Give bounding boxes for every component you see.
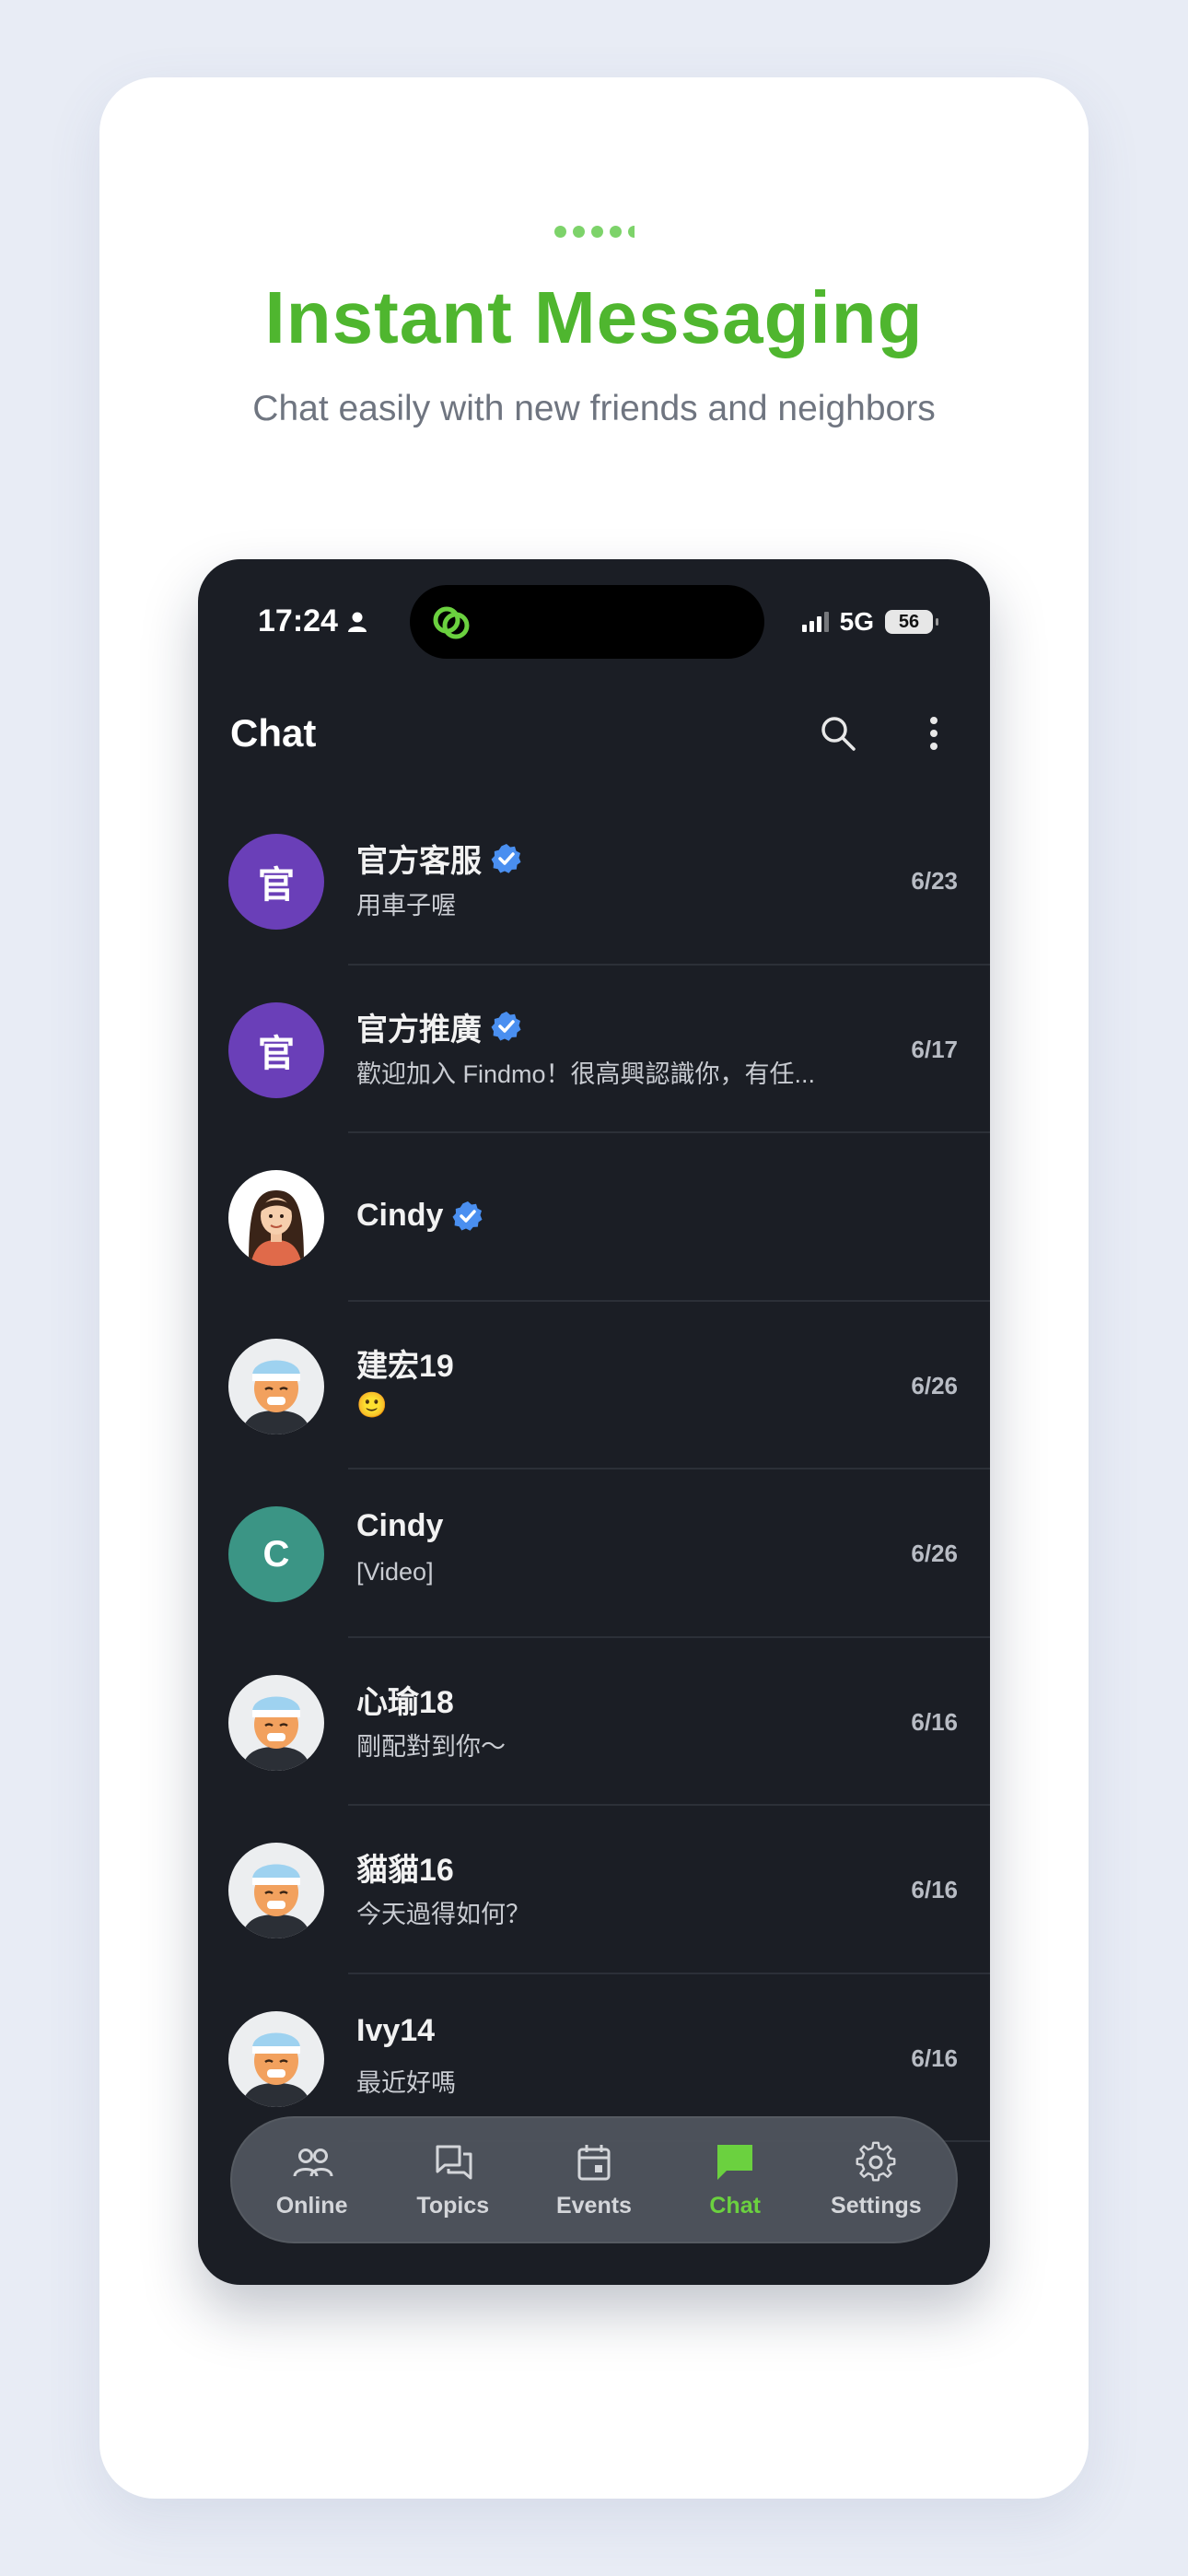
status-indicators: 5G 56 [801,607,938,637]
tab-icon-wrap [291,2141,333,2184]
tab-icon-wrap [855,2141,897,2184]
people-icon [293,2148,333,2176]
chat-name: 官方客服 [356,836,522,881]
tab-events[interactable]: Events [525,2141,663,2219]
chat-name: 貓貓16 [356,1844,454,1890]
tab-icon-wrap [714,2141,756,2184]
tab-icon-wrap [573,2141,615,2184]
chat-list-item[interactable]: 貓貓16 今天過得如何？ 6/16 [198,1806,990,1974]
chat-date: 6/23 [911,867,958,895]
chat-name: 官方推廣 [356,1004,522,1049]
network-label: 5G [839,607,874,636]
calendar-icon [577,2144,611,2180]
tab-label: Topics [416,2192,490,2219]
page-indicator [99,226,1089,238]
tab-settings[interactable]: Settings [807,2141,945,2219]
chat-date: 6/16 [911,1876,958,1903]
chat-name: 心瑜18 [356,1677,454,1722]
chat-preview: 🙂 [356,1390,388,1419]
chat-name-text: Cindy [356,1508,444,1543]
dynamic-island [410,585,764,659]
chat-date: 6/17 [911,1035,958,1063]
chat-icon [717,2144,753,2180]
findmo-logo-icon [433,606,470,639]
chat-preview: 今天過得如何？ [356,1901,530,1928]
more-menu-button[interactable] [909,708,959,758]
person-icon [347,612,367,632]
tab-icon-wrap [432,2141,474,2184]
chat-preview: 最近好嗎 [356,2068,456,2097]
chat-name-text: Cindy [356,1198,444,1233]
chat-list-item[interactable]: 建宏19 🙂 6/26 [198,1302,990,1469]
more-vertical-icon [930,717,938,750]
verified-badge-icon [491,1012,521,1041]
chat-name: 建宏19 [356,1341,454,1386]
avatar: C [228,1506,324,1602]
chat-preview: 剛配對到你～ [356,1732,506,1761]
gear-icon [856,2141,896,2182]
tab-online[interactable]: Online [243,2141,381,2219]
avatar: 官 [228,834,324,930]
phone-screen: 17:24 5G 56 Chat 官官方客服 用車子喔 6/23 官 官方推廣 … [198,559,990,2285]
chat-list-item[interactable]: 官官方客服用車子喔 6/23 [198,797,990,966]
chat-date: 6/26 [911,1371,958,1399]
tab-chat[interactable]: Chat [666,2141,804,2219]
chat-name: Cindy [356,1508,443,1544]
topics-icon [436,2145,472,2179]
man-avatar [228,2010,324,2107]
search-icon [821,717,856,751]
avatar [228,1843,324,1938]
chat-date: 6/16 [911,1707,958,1736]
verified-badge-icon [491,843,521,873]
avatar: 官 [228,1001,324,1098]
page-title: Chat [230,711,317,755]
chat-name-text: 心瑜18 [356,1684,454,1720]
chat-list-item[interactable]: 心瑜18 剛配對到你～ 6/16 [198,1638,990,1806]
chat-preview: 歡迎加入 Findmo！很高興認識你，有任... [356,1060,816,1088]
woman-avatar [228,1170,324,1266]
chat-name-text: 官方客服 [356,844,482,879]
man-avatar [228,1674,324,1771]
man-avatar [228,1843,324,1938]
avatar [228,1338,324,1434]
avatar [228,1170,324,1266]
chat-preview: [Video] [356,1558,434,1586]
promo-subline: Chat easily with new friends and neighbo… [252,389,936,428]
avatar [228,1674,324,1771]
chat-list-item[interactable]: C Cindy [Video] 6/26 [198,1469,990,1638]
tab-label: Settings [831,2192,922,2219]
signal-icon [801,612,829,632]
avatar [228,2010,324,2107]
chat-name-text: 貓貓16 [356,1853,454,1888]
tab-topics[interactable]: Topics [384,2141,522,2219]
chat-list: 官官方客服 用車子喔 6/23 官官方推廣 歡迎加入 Findmo！很高興認識你，有任.… [198,797,990,2142]
clock: 17:24 [258,603,338,638]
chat-name-text: 建宏19 [356,1348,454,1384]
chat-list-item[interactable]: 官官方推廣歡迎加入 Findmo！很高興認識你，有任... 6/17 [198,966,990,1133]
tab-label: Chat [709,2192,761,2219]
battery-level: 56 [898,611,920,632]
chat-name: Ivy14 [356,2013,435,2049]
chat-name-text: Ivy14 [356,2012,436,2048]
tab-label: Online [275,2192,348,2219]
chat-list-item[interactable]: Cindy [198,1133,990,1302]
battery-icon: 56 [885,610,938,634]
tab-label: Events [555,2192,632,2219]
search-button[interactable] [813,708,863,758]
chat-date: 6/26 [911,1540,958,1567]
verified-badge-icon [452,1200,483,1231]
chat-date: 6/16 [911,2043,958,2072]
man-avatar [228,1338,324,1434]
promo-headline: Instant Messaging [264,276,924,358]
bottom-tab-bar: Online Topics Events Chat Settings [230,2116,958,2243]
chat-name: Cindy [356,1198,483,1234]
chat-preview: 用車子喔 [356,892,456,919]
chat-name-text: 官方推廣 [356,1012,482,1048]
status-time: 17:24 [258,603,367,639]
